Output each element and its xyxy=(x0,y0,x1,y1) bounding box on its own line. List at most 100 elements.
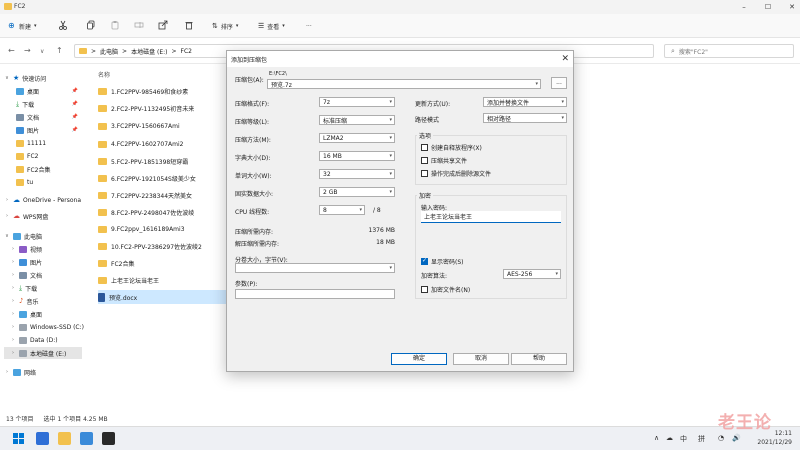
file-row[interactable]: 7.FC2PPV-2238344天然美女 xyxy=(98,188,228,202)
rename-icon[interactable] xyxy=(134,20,144,30)
params-input[interactable] xyxy=(235,289,395,299)
cancel-button[interactable]: 取消 xyxy=(453,353,509,365)
nav-label: 本地磁盘 (E:) xyxy=(30,350,67,358)
ime-label[interactable]: 中 xyxy=(680,434,687,444)
nav-item-tu[interactable]: tu xyxy=(16,176,33,188)
copy-icon[interactable] xyxy=(86,20,96,30)
nav-pc-documents[interactable]: › 文档 xyxy=(10,269,42,281)
shared-checkbox[interactable]: 压缩共享文件 xyxy=(421,156,467,165)
file-row[interactable]: 上老王论坛当老王 xyxy=(98,273,228,287)
nav-pc-drive-d[interactable]: › Data (D:) xyxy=(10,334,58,346)
archive-name-combo[interactable]: 预览.7z ▾ xyxy=(267,79,541,89)
search-input[interactable]: ⌕ 搜索"FC2" xyxy=(664,44,794,58)
nav-item-fc2-collection[interactable]: FC2合集 xyxy=(16,163,50,175)
keyboard-layout-label[interactable]: 拼 xyxy=(698,434,705,444)
help-button[interactable]: 帮助 xyxy=(511,353,567,365)
level-select[interactable]: 标准压缩 ▾ xyxy=(319,115,395,125)
delete-icon[interactable] xyxy=(184,20,194,30)
breadcrumb-drive-e[interactable]: 本地磁盘 (E:) xyxy=(131,47,167,56)
sort-button[interactable]: ⇅ 排序 ▾ xyxy=(212,20,238,32)
pin-icon: 📌 xyxy=(71,88,78,94)
nav-item-desktop[interactable]: 桌面 📌 xyxy=(16,85,84,97)
encrypt-names-checkbox[interactable]: 加密文件名(N) xyxy=(421,285,470,294)
app-icon[interactable] xyxy=(36,432,49,445)
network-icon[interactable]: ◔ xyxy=(718,434,724,442)
nav-item-pictures[interactable]: 图片 📌 xyxy=(16,124,84,136)
search-placeholder: 搜索"FC2" xyxy=(678,48,708,56)
mem-comp-value: 1376 MB xyxy=(368,227,395,234)
browse-button[interactable]: ... xyxy=(551,77,567,89)
format-select[interactable]: 7z ▾ xyxy=(319,97,395,107)
password-input[interactable]: 上老王论坛当老王 xyxy=(421,211,561,223)
nav-item-documents[interactable]: 文档 📌 xyxy=(16,111,84,123)
paste-icon[interactable] xyxy=(110,20,120,30)
volume-icon[interactable]: 🔊 xyxy=(732,434,741,442)
file-row[interactable]: 9.FC2ppv_1616189Ami3 xyxy=(98,222,228,236)
file-row[interactable]: FC2合集 xyxy=(98,256,228,270)
breadcrumb-fc2[interactable]: FC2 xyxy=(181,48,192,55)
close-icon[interactable]: ✕ xyxy=(561,53,569,65)
enc-method-select[interactable]: AES-256 ▾ xyxy=(503,269,561,279)
file-row[interactable]: 5.FC2-PPV-1851398短穿霸 xyxy=(98,154,228,168)
column-header-name[interactable]: 名称 xyxy=(98,70,110,79)
chevron-up-icon[interactable]: ∧ xyxy=(654,434,659,442)
file-row-selected[interactable]: 预览.docx xyxy=(98,290,238,304)
sfx-checkbox[interactable]: 创建自释放程序(X) xyxy=(421,143,482,152)
file-row[interactable]: 8.FC2-PPV-2498047佐佐波绫 xyxy=(98,205,228,219)
forward-arrow-icon[interactable]: → xyxy=(24,46,31,55)
nav-label: 音乐 xyxy=(26,298,39,306)
word-select[interactable]: 32 ▾ xyxy=(319,169,395,179)
7zip-icon[interactable] xyxy=(102,432,115,445)
nav-pc-desktop[interactable]: › 桌面 xyxy=(10,308,42,320)
up-arrow-icon[interactable]: ↑ xyxy=(56,46,63,55)
view-button[interactable]: ☰ 查看 ▾ xyxy=(258,20,285,32)
cut-icon[interactable] xyxy=(58,20,68,30)
nav-quick-access[interactable]: ∨ ★ 快速访问 xyxy=(4,72,46,84)
dict-select[interactable]: 16 MB ▾ xyxy=(319,151,395,161)
nav-item-downloads[interactable]: ⤓ 下载 📌 xyxy=(16,98,84,110)
more-button[interactable]: ··· xyxy=(306,20,312,32)
solid-select[interactable]: 2 GB ▾ xyxy=(319,187,395,197)
file-row[interactable]: 6.FC2PPV-1921054S级美少女 xyxy=(98,171,228,185)
folder-icon xyxy=(98,208,107,216)
path-select[interactable]: 相对路径 ▾ xyxy=(483,113,567,123)
minimize-button[interactable]: – xyxy=(738,2,750,12)
close-window-button[interactable]: ✕ xyxy=(786,2,798,12)
recent-chevron-icon[interactable]: ∨ xyxy=(40,48,44,55)
breadcrumb-this-pc[interactable]: 此电脑 xyxy=(100,47,118,56)
back-arrow-icon[interactable]: ← xyxy=(8,46,15,55)
delete-source-checkbox[interactable]: 操作完成后删除源文件 xyxy=(421,169,491,178)
nav-pc-pictures[interactable]: › 图片 xyxy=(10,256,42,268)
file-row[interactable]: 1.FC2PPV-985469和食纱素 xyxy=(98,84,228,98)
file-row[interactable]: 4.FC2PPV-1602707Ami2 xyxy=(98,137,228,151)
nav-onedrive[interactable]: › ☁ OneDrive - Persona xyxy=(4,194,81,206)
cpu-select[interactable]: 8 ▾ xyxy=(319,205,365,215)
file-row[interactable]: 10.FC2-PPV-2386297佐佐波绫2 xyxy=(98,239,228,253)
nav-label: 文档 xyxy=(30,272,43,280)
nav-item-fc2[interactable]: FC2 xyxy=(16,150,38,162)
nav-item-11111[interactable]: 11111 xyxy=(16,137,46,149)
method-select[interactable]: LZMA2 ▾ xyxy=(319,133,395,143)
nav-pc-drive-c[interactable]: › Windows-SSD (C:) xyxy=(10,321,84,333)
file-row[interactable]: 2.FC2-PPV-1132495初音未来 xyxy=(98,101,228,115)
file-explorer-icon[interactable] xyxy=(58,432,71,445)
nav-network[interactable]: › 网络 xyxy=(4,366,36,378)
nav-pc-drive-e[interactable]: › 本地磁盘 (E:) xyxy=(4,347,82,359)
checkbox-box xyxy=(421,170,428,177)
nav-pc-music[interactable]: › ♪ 音乐 xyxy=(10,295,38,307)
show-password-checkbox[interactable]: 显示密码(S) xyxy=(421,257,464,266)
nav-pc-downloads[interactable]: › ⤓ 下载 xyxy=(10,282,37,294)
file-row[interactable]: 3.FC2PPV-1560667Ami xyxy=(98,119,228,133)
maximize-button[interactable]: ☐ xyxy=(762,2,774,12)
weather-icon[interactable]: ☁ xyxy=(666,434,673,442)
update-select[interactable]: 添加并替换文件 ▾ xyxy=(483,97,567,107)
windows-start-icon[interactable] xyxy=(12,432,25,445)
new-button[interactable]: ⊕ 新建 ▾ xyxy=(8,20,37,32)
nav-pc-videos[interactable]: › 视频 xyxy=(10,243,42,255)
share-icon[interactable] xyxy=(158,20,168,30)
split-select[interactable]: ▾ xyxy=(235,263,395,273)
nav-wps[interactable]: › ☁ WPS网盘 xyxy=(4,210,48,222)
ok-button[interactable]: 确定 xyxy=(391,353,447,365)
photos-icon[interactable] xyxy=(80,432,93,445)
nav-this-pc[interactable]: ∨ 此电脑 xyxy=(4,230,42,242)
